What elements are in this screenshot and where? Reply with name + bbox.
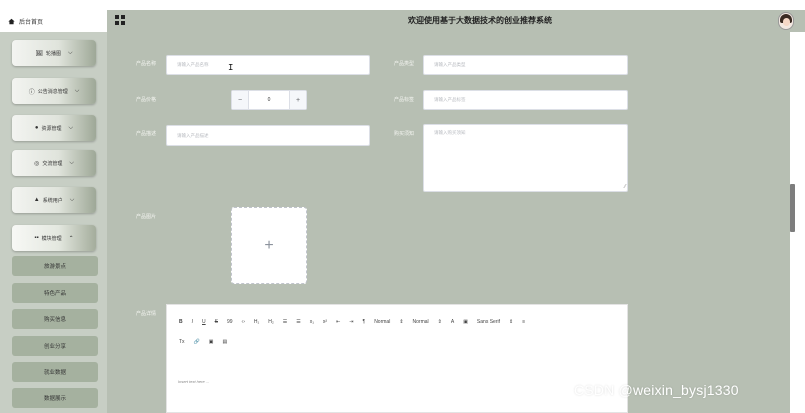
row1-tool-19[interactable]: A [451,319,454,325]
sidebar-item-modules[interactable]: ▪▪ 模块管理 ⌃ [12,225,96,251]
row2-tool-2[interactable]: ▣ [209,339,214,345]
product-tag-placeholder: 请输入产品标签 [434,97,466,102]
user-icon: ▲ [33,197,40,203]
row1-tool-14[interactable]: ¶ [363,319,366,325]
row1-tool-22[interactable]: ⇕ [509,319,513,325]
sidebar-item-label: 轮播图 [46,50,62,57]
row1-tool-13[interactable]: ⇥ [349,319,353,325]
submenu-item-data[interactable]: 数据展示 [12,388,98,408]
price-label: 产品价格 [136,97,157,103]
row1-tool-2[interactable]: U [202,319,206,325]
chevron-down-icon: ⌵ [68,124,74,131]
sidebar-item-label: 模块管理 [41,235,62,242]
row2-tool-0[interactable]: Tx [179,339,185,345]
menu-toggle-icon[interactable] [115,15,125,25]
row1-tool-6[interactable]: H₁ [254,319,259,325]
editor-toolbar: B I U S 99 ‹› H₁ H₂ ☰ ☰ x₁ x² ⇤ ⇥ ¶ Normal ⇕ Normal ⇕ A ▣ San… [179,319,525,325]
type-label: 产品类型 [394,61,415,67]
row1-tool-17[interactable]: Normal [413,319,429,325]
product-name-input[interactable]: 请输入产品名称 [166,55,370,75]
chevron-down-icon: ⌵ [69,159,74,166]
row1-tool-1[interactable]: I [192,319,193,325]
detail-label: 产品详情 [136,311,157,317]
sidebar-item-resources[interactable]: ● 资源管理 ⌵ [12,115,96,141]
sidebar-item-label: 系统用户 [42,197,63,204]
image-icon: 🖼 [35,50,44,57]
grid-icon: ▪▪ [34,235,39,241]
row1-tool-18[interactable]: ⇕ [438,319,442,325]
row1-tool-20[interactable]: ▣ [463,319,468,325]
product-type-input[interactable]: 请输入产品类型 [423,55,628,75]
row1-tool-5[interactable]: ‹› [242,319,245,325]
chat-icon: ◎ [34,160,40,167]
submenu-item-employment[interactable]: 就业数据 [12,362,98,382]
row1-tool-10[interactable]: x₁ [310,319,314,325]
product-desc-input[interactable]: 请输入产品描述 [166,125,370,146]
home-icon [8,18,15,24]
pin-icon: ● [34,125,39,131]
watermark: CSDN @weixin_bysj1330 [574,382,739,398]
home-tab-label: 后台首页 [19,19,44,26]
browser-top-strip [0,0,805,10]
chevron-down-icon: ⌵ [69,196,75,203]
row1-tool-12[interactable]: ⇤ [336,319,340,325]
buy-label: 购买须知 [394,131,415,137]
desc-label: 产品描述 [136,131,157,137]
row1-tool-3[interactable]: S [215,319,218,325]
sidebar-item-label: 交流管理 [42,160,63,167]
row1-tool-16[interactable]: ⇕ [399,319,403,325]
info-icon: ⓘ [28,89,35,96]
plus-icon: + [264,236,274,254]
row1-tool-7[interactable]: H₂ [268,319,274,325]
image-label: 产品图片 [136,214,157,220]
scrollbar-thumb[interactable] [790,184,795,232]
price-value[interactable]: 0 [249,91,289,109]
editor-placeholder[interactable]: Insert text here ... [178,379,209,384]
product-desc-placeholder: 请输入产品描述 [177,132,209,138]
row2-tool-3[interactable]: ▤ [223,339,228,345]
row1-tool-9[interactable]: ☰ [296,319,300,325]
home-tab[interactable]: 后台首页 [0,10,107,32]
chevron-down-icon: ⌵ [74,87,80,94]
row1-tool-23[interactable]: ≡ [522,319,525,325]
submenu-item-scenic[interactable]: 旅游景点 [12,256,98,276]
page-title: 欢迎使用基于大数据技术的创业推荐系统 [408,16,552,25]
product-type-placeholder: 请输入产品类型 [434,62,466,67]
chevron-up-icon: ⌃ [68,235,74,242]
row1-tool-0[interactable]: B [179,319,183,325]
text-cursor-icon: I [228,63,234,73]
product-tag-input[interactable]: 请输入产品标签 [423,90,628,110]
submenu-item-share[interactable]: 创业分享 [12,336,98,356]
avatar[interactable] [778,12,794,30]
sidebar-item-exchange[interactable]: ◎ 交流管理 ⌵ [12,150,96,176]
row1-tool-4[interactable]: 99 [227,319,233,325]
price-stepper[interactable]: − 0 + [231,90,307,110]
row1-tool-21[interactable]: Sans Serif [477,319,500,325]
sidebar-item-users[interactable]: ▲ 系统用户 ⌵ [12,187,96,213]
row1-tool-8[interactable]: ☰ [283,319,287,325]
tag-label: 产品标签 [394,97,415,103]
decrease-button[interactable]: − [232,91,249,109]
editor-toolbar-row2: Tx 🔗 ▣ ▤ [179,339,227,345]
purchase-notes-textarea[interactable]: 请输入购买须知 ⁄⁄ [423,124,628,192]
row1-tool-11[interactable]: x² [323,319,327,325]
row2-tool-1[interactable]: 🔗 [194,339,200,345]
name-label: 产品名称 [136,61,157,67]
submenu-item-products[interactable]: 特色产品 [12,283,98,303]
submenu-item-purchase[interactable]: 购买信息 [12,309,98,329]
sidebar-item-label: 公告消息管理 [37,88,68,95]
resize-handle-icon[interactable]: ⁄⁄ [624,185,626,190]
sidebar-item-carousel[interactable]: 🖼 轮播图 ⌵ [12,40,96,66]
sidebar: 🖼 轮播图 ⌵ ⓘ 公告消息管理 ⌵ ● 资源管理 ⌵ ◎ 交流管理 ⌵ ▲ 系… [0,32,107,413]
increase-button[interactable]: + [289,91,306,109]
purchase-notes-placeholder: 请输入购买须知 [434,130,466,135]
image-upload-button[interactable]: + [231,207,307,284]
sidebar-item-label: 资源管理 [41,125,62,132]
row1-tool-15[interactable]: Normal [374,319,390,325]
rich-text-editor[interactable]: B I U S 99 ‹› H₁ H₂ ☰ ☰ x₁ x² ⇤ ⇥ ¶ Normal ⇕ Normal ⇕ A ▣ San… [166,304,628,413]
sidebar-item-notices[interactable]: ⓘ 公告消息管理 ⌵ [12,78,96,104]
chevron-down-icon: ⌵ [68,49,73,56]
product-name-placeholder: 请输入产品名称 [177,62,209,67]
